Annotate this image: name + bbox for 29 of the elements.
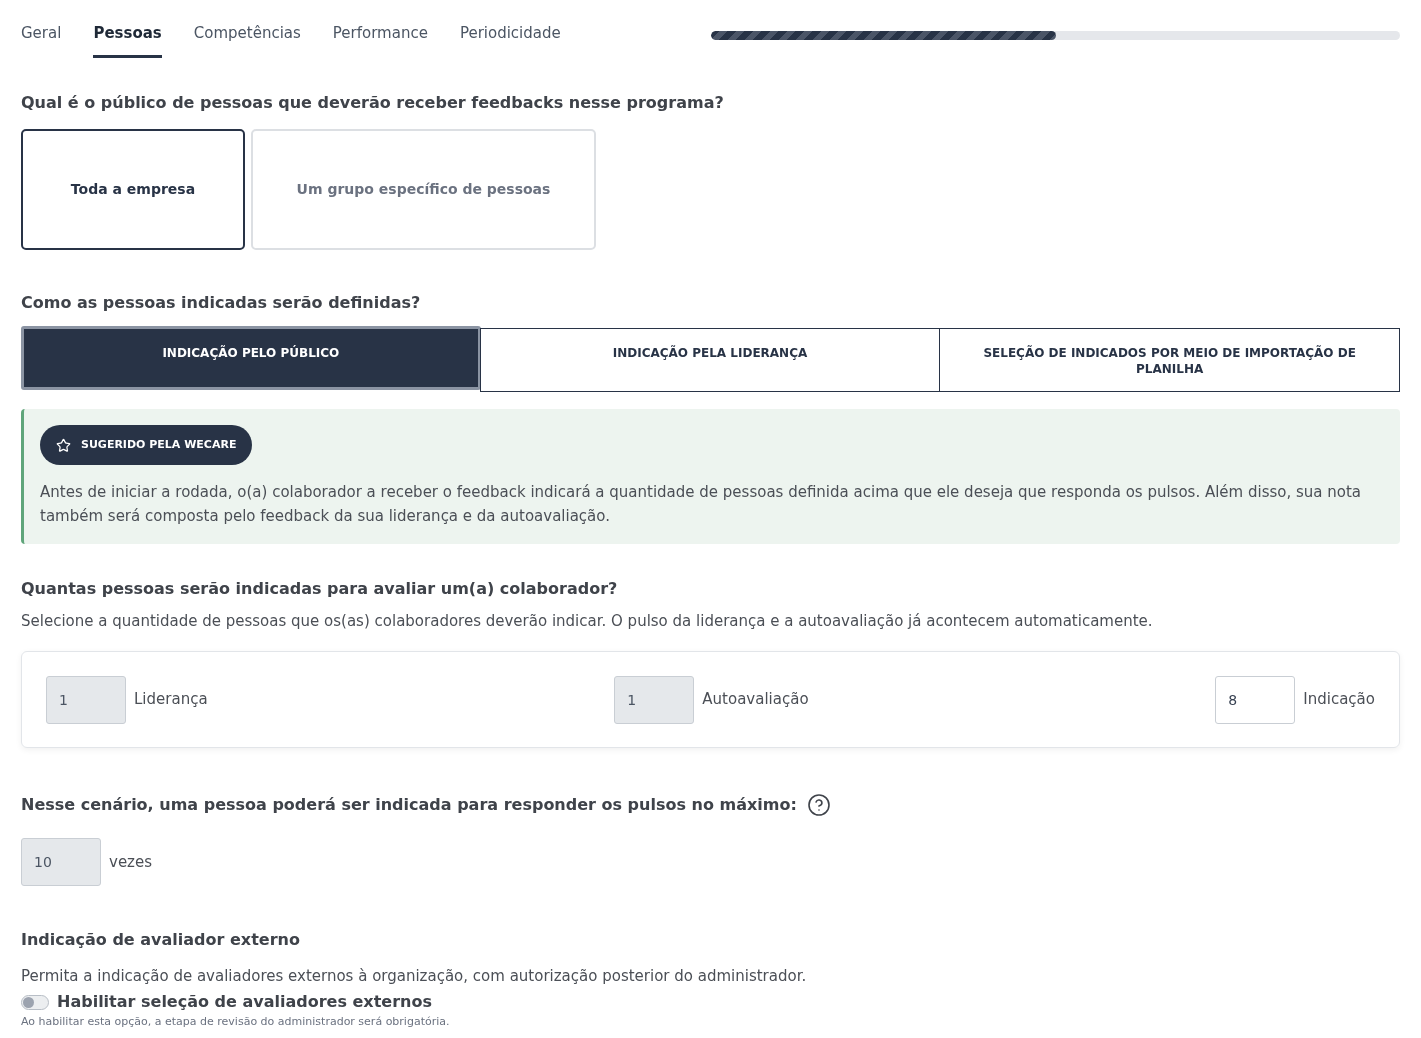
- star-icon: [56, 437, 71, 453]
- section-heading: Como as pessoas indicadas serão definidas?: [21, 292, 422, 314]
- input-caption: Indicação: [1303, 689, 1375, 711]
- section-description: Selecione a quantidade de pessoas que os(as) colaboradores deverão indicar. O pulso da liderança e a autoavaliação já acontecem automaticamente.: [21, 611, 1154, 632]
- section-heading: Quantas pessoas serão indicadas para avaliar um(a) colaborador?: [21, 578, 619, 600]
- tab[interactable]: Periodicidade: [459, 22, 561, 58]
- option-card[interactable]: Um grupo específico de pessoas: [251, 129, 596, 250]
- tab[interactable]: Performance: [332, 22, 428, 58]
- input-caption: Liderança: [134, 689, 208, 711]
- helper-text: Ao habilitar esta opção, a etapa de revisão do administrador será obrigatória.: [21, 1014, 451, 1029]
- tab[interactable]: Pessoas: [93, 22, 162, 58]
- section-heading: Nesse cenário, uma pessoa poderá ser indicada para responder os pulsos no máximo:: [21, 794, 797, 816]
- input-caption: Autoavaliação: [702, 689, 809, 711]
- section-description: Permita a indicação de avaliadores externos à organização, com autorização posterior do administrador.: [21, 966, 808, 987]
- toggle-switch[interactable]: [21, 994, 49, 1010]
- option-card[interactable]: Toda a empresa: [21, 129, 245, 250]
- toggle-label: Habilitar seleção de avaliadores externos: [57, 991, 432, 1013]
- tab[interactable]: Competências: [193, 22, 301, 58]
- segmented-option[interactable]: SELEÇÃO DE INDICADOS POR MEIO DE IMPORTAÇÃO DE PLANILHA: [939, 328, 1400, 392]
- badge-label: SUGERIDO PELA WECARE: [81, 436, 237, 453]
- section-heading: Qual é o público de pessoas que deverão receber feedbacks nesse programa?: [21, 92, 725, 114]
- help-icon[interactable]: [806, 793, 831, 817]
- tab[interactable]: Geral: [21, 22, 62, 58]
- segmented-option[interactable]: INDICAÇÃO PELO PÚBLICO: [21, 326, 481, 390]
- suggestion-text: Antes de iniciar a rodada, o(a) colaborador a receber o feedback indicará a quantidade de pessoas definida acima que ele deseja que responda os pulsos. Além disso, sua nota também será composta pelo feedback da sua liderança e da autoavaliação.: [40, 482, 1363, 527]
- number-input[interactable]: 8: [1215, 675, 1296, 724]
- section-heading: Indicação de avaliador externo: [21, 929, 301, 951]
- segmented-option[interactable]: INDICAÇÃO PELA LIDERANÇA: [479, 328, 941, 392]
- unit-label: vezes: [109, 851, 153, 873]
